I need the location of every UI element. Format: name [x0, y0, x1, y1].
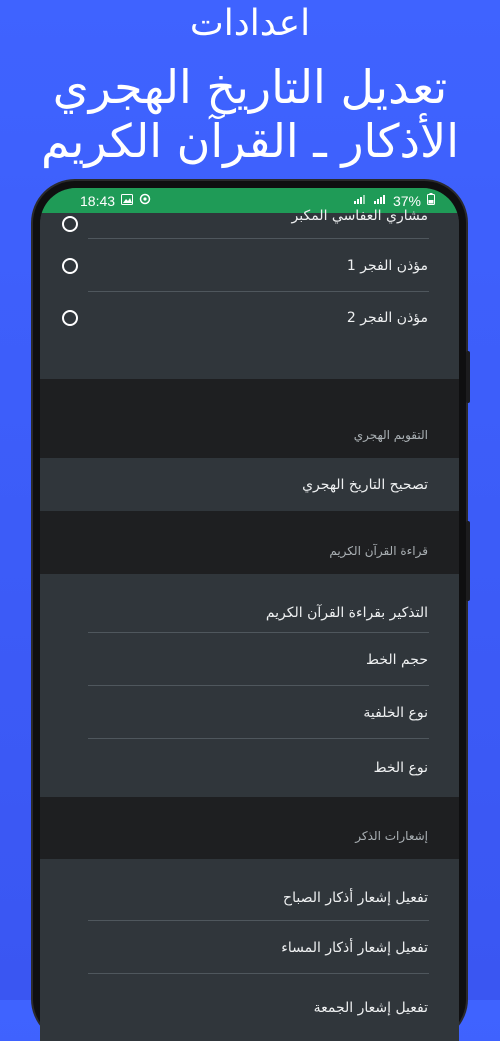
promo-title: اعدادات — [189, 3, 311, 44]
wifi-icon — [353, 194, 367, 208]
settings-gear-icon — [139, 193, 151, 208]
friday-notification-item[interactable]: تفعيل إشعار الجمعة — [40, 974, 459, 1027]
section-title: قراءة القرآن الكريم — [329, 544, 428, 558]
battery-percent: 37% — [392, 192, 421, 209]
muezzin-label: مؤذن الفجر 2 — [346, 310, 428, 326]
phone-frame: 18:43 37% مشاري العفاسي المكبر مؤذن الفج… — [33, 181, 470, 1041]
font-type-item[interactable]: نوع الخط — [40, 739, 459, 797]
signal-icon — [373, 194, 387, 208]
item-label: تفعيل إشعار أذكار الصباح — [283, 890, 428, 906]
phone-screen: 18:43 37% مشاري العفاسي المكبر مؤذن الفج… — [40, 188, 459, 1041]
item-label: تفعيل إشعار الجمعة — [313, 1000, 428, 1016]
background-type-item[interactable]: نوع الخلفية — [40, 686, 459, 739]
promo-subtitle-hijri: تعديل التاريخ الهجري — [52, 60, 448, 114]
item-label: حجم الخط — [366, 651, 428, 668]
radio-button[interactable] — [62, 310, 78, 326]
section-header-hijri: التقويم الهجري — [40, 379, 459, 458]
battery-icon — [427, 193, 435, 208]
image-icon — [121, 193, 134, 208]
section-header-quran: قراءة القرآن الكريم — [40, 511, 459, 574]
muezzin-option[interactable]: مؤذن الفجر 1 — [40, 239, 459, 292]
settings-list: مشاري العفاسي المكبر مؤذن الفجر 1 مؤذن ا… — [40, 208, 459, 1027]
item-label: تصحيح التاريخ الهجري — [302, 476, 428, 493]
section-header-dhikr: إشعارات الذكر — [40, 797, 459, 859]
item-label: التذكير بقراءة القرآن الكريم — [265, 605, 428, 621]
list-spacer — [40, 344, 459, 379]
muezzin-option[interactable]: مشاري العفاسي المكبر — [40, 208, 459, 239]
radio-button[interactable] — [62, 216, 78, 232]
muezzin-label: مؤذن الفجر 1 — [346, 257, 428, 274]
evening-adhkar-notification-item[interactable]: تفعيل إشعار أذكار المساء — [40, 921, 459, 974]
muezzin-label: مشاري العفاسي المكبر — [291, 208, 428, 224]
muezzin-option[interactable]: مؤذن الفجر 2 — [40, 292, 459, 344]
section-title: إشعارات الذكر — [355, 829, 428, 843]
power-button — [466, 521, 470, 601]
font-size-item[interactable]: حجم الخط — [40, 633, 459, 686]
radio-button[interactable] — [62, 257, 78, 274]
morning-adhkar-notification-item[interactable]: تفعيل إشعار أذكار الصباح — [40, 859, 459, 921]
quran-reminder-item[interactable]: التذكير بقراءة القرآن الكريم — [40, 574, 459, 633]
section-title: التقويم الهجري — [353, 428, 428, 442]
item-label: نوع الخط — [373, 760, 428, 776]
hijri-date-correction-item[interactable]: تصحيح التاريخ الهجري — [40, 458, 459, 511]
promo-subtitle-adhkar: الأذكار ـ القرآن الكريم — [41, 114, 459, 168]
volume-button — [466, 351, 470, 403]
item-label: نوع الخلفية — [363, 704, 428, 721]
status-time: 18:43 — [80, 192, 116, 209]
item-label: تفعيل إشعار أذكار المساء — [281, 939, 428, 956]
